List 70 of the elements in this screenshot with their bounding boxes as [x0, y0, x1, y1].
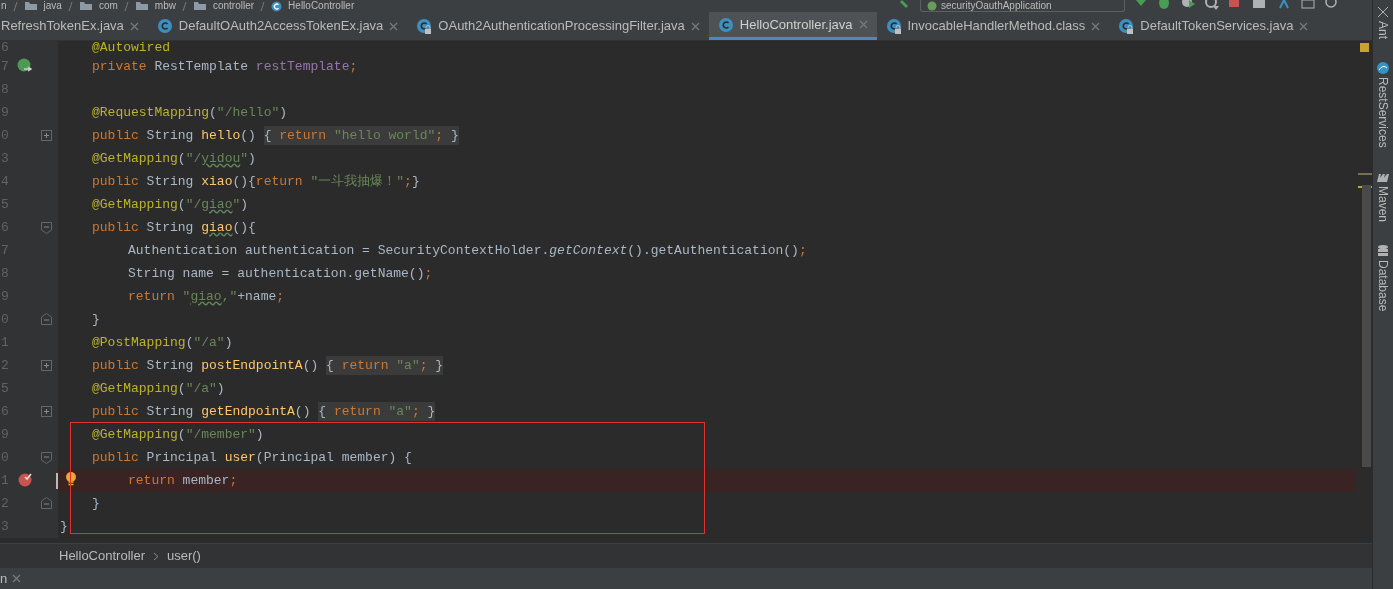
code-line: private RestTemplate restTemplate; [92, 58, 358, 76]
close-icon[interactable] [12, 574, 22, 583]
code-line: @RequestMapping("/hello") [92, 104, 288, 122]
code-line: Authentication authentication = SecurityContextHolder.getContext().getAuthentication(); [128, 242, 807, 260]
editor-tab[interactable]: HelloController.java [708, 12, 877, 40]
close-icon[interactable] [690, 21, 700, 31]
tool-window-button[interactable]: RestServices [1374, 61, 1392, 148]
close-icon[interactable] [129, 21, 139, 31]
code-line: public String giao(){ [92, 219, 256, 237]
code-line: } [92, 311, 100, 329]
editor-tab[interactable]: DefaultOAuth2AccessTokenEx.java [147, 12, 408, 40]
expand-fold-icon[interactable] [41, 360, 52, 371]
folded-code[interactable]: { return "a"; } [326, 356, 444, 375]
code-line: } [60, 518, 68, 536]
code-line: public String postEndpointA() [92, 357, 320, 375]
close-icon[interactable] [1091, 21, 1101, 31]
code-line: @GetMapping("/a") [92, 380, 225, 398]
breadcrumb-item[interactable]: HelloController [288, 0, 355, 12]
breadcrumb-item[interactable]: com [98, 0, 118, 12]
collapse-fold-icon[interactable] [41, 497, 52, 509]
code-line: return "giao,"+name; [128, 288, 285, 306]
expand-fold-icon[interactable] [41, 130, 52, 141]
class-icon [271, 0, 283, 12]
separator-icon [12, 0, 18, 12]
spring-bean-icon[interactable] [17, 58, 33, 74]
code-line: public String getEndpointA() [92, 403, 312, 421]
expand-fold-icon[interactable] [41, 406, 52, 417]
code-line: public Principal user(Principal member) { [92, 449, 412, 467]
close-icon[interactable] [858, 20, 868, 29]
breadcrumb-item[interactable]: HelloController [59, 546, 145, 566]
breadcrumb-item[interactable]: mbw [154, 0, 176, 12]
breadcrumb-item[interactable]: controller [212, 0, 255, 12]
globe-icon [1376, 61, 1390, 75]
folded-code[interactable]: { return "hello world"; } [263, 126, 459, 145]
code-line: String name = authentication.getName(); [128, 265, 433, 283]
lightbulb-icon[interactable] [65, 471, 77, 488]
terminal-icon[interactable] [1301, 0, 1315, 12]
collapse-fold-icon[interactable] [41, 313, 52, 325]
separator-icon [260, 0, 266, 12]
code-line: @Autowired [92, 41, 170, 55]
editor-tab[interactable]: RefreshTokenEx.java [0, 12, 148, 40]
scrollbar-thumb[interactable] [1362, 185, 1371, 467]
folded-code[interactable]: { return "a"; } [318, 402, 436, 421]
code-line: @GetMapping("/yidou") [92, 150, 256, 168]
chevron-right-icon [153, 551, 159, 561]
breadcrumb-item[interactable]: java [43, 0, 62, 12]
tool-window-button[interactable]: Ant [1374, 5, 1392, 39]
editor-tab[interactable]: OAuth2AuthenticationProcessingFilter.java [407, 12, 709, 40]
code-line: @GetMapping("/giao") [92, 196, 249, 214]
separator-icon [67, 0, 73, 12]
tool-window-button[interactable]: Maven [1374, 169, 1392, 222]
editor-tab[interactable]: DefaultTokenServices.java [1109, 12, 1318, 40]
code-line: return member; [128, 472, 238, 490]
code-line: @GetMapping("/member") [92, 426, 264, 444]
collapse-fold-icon[interactable] [41, 452, 52, 464]
close-icon[interactable] [1299, 21, 1309, 31]
close-icon[interactable] [389, 21, 399, 31]
breakpoint-icon[interactable] [17, 471, 33, 487]
separator-icon [123, 0, 129, 12]
tool-window-tab[interactable]: n [0, 568, 8, 589]
breadcrumb-item[interactable]: n [1, 0, 7, 12]
code-line: @PostMapping("/a") [92, 334, 233, 352]
tool-window-button[interactable]: Database [1374, 243, 1392, 312]
editor-tab[interactable]: InvocableHandlerMethod.class [876, 12, 1110, 40]
collapse-fold-icon[interactable] [41, 222, 52, 234]
breadcrumb-item[interactable]: user() [167, 546, 201, 566]
code-line: } [92, 495, 100, 513]
database-icon [1376, 243, 1390, 258]
separator-icon [181, 0, 187, 12]
code-line: public String hello() [92, 127, 257, 145]
